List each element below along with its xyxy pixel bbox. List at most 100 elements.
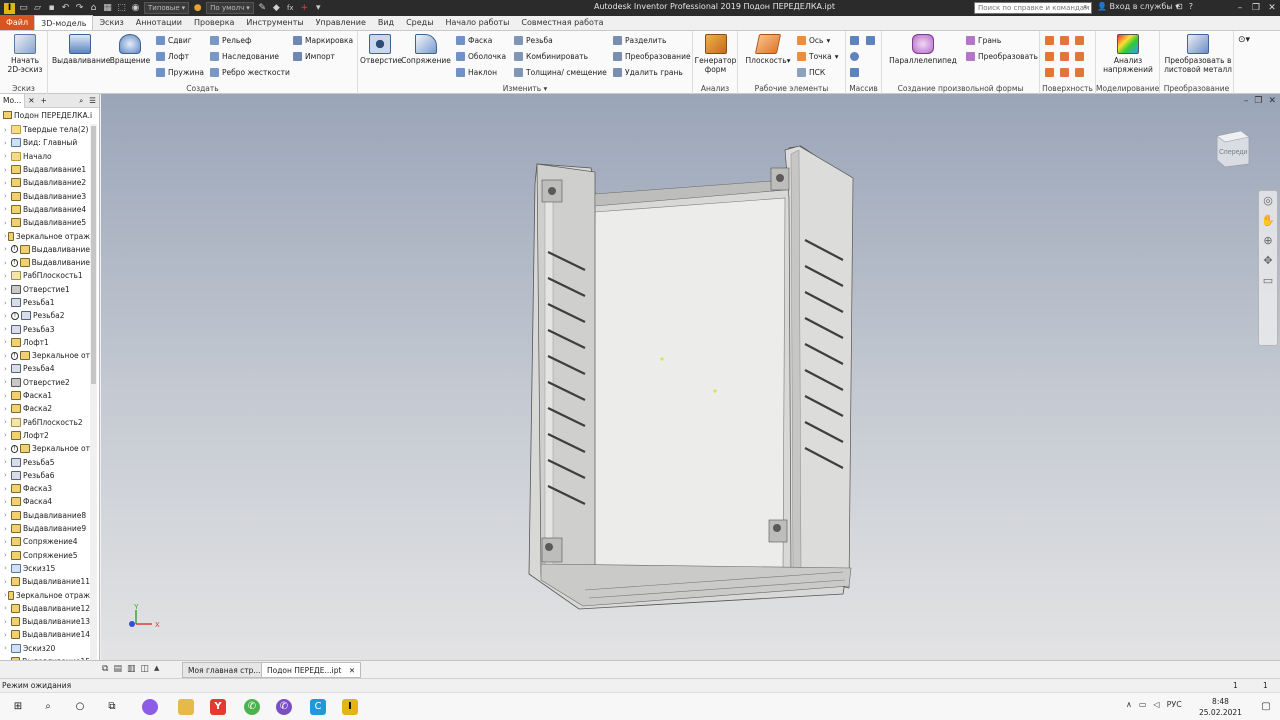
- tree-item[interactable]: › Выдавливание8: [0, 509, 90, 522]
- tree-item[interactable]: › Выдавливание11: [0, 575, 90, 588]
- model-view[interactable]: Y X: [101, 94, 1280, 660]
- work-plane-button[interactable]: Плоскость▾: [742, 34, 794, 65]
- expand-chevron-icon[interactable]: ›: [4, 245, 11, 253]
- freeform-face-button[interactable]: Грань: [966, 36, 1001, 45]
- emboss-button[interactable]: Рельеф: [210, 36, 251, 45]
- orbit-icon[interactable]: ✥: [1259, 251, 1277, 271]
- tab-list-icon[interactable]: ▲: [154, 664, 159, 674]
- home-icon[interactable]: ⌂: [88, 3, 99, 14]
- tree-item[interactable]: › РабПлоскость2: [0, 416, 90, 429]
- tab-manage[interactable]: Управление: [310, 15, 372, 30]
- mirror-button[interactable]: [866, 36, 875, 45]
- thicken-button[interactable]: Толщина/ смещение: [514, 68, 607, 77]
- tab-inspect[interactable]: Проверка: [188, 15, 240, 30]
- expand-chevron-icon[interactable]: ›: [4, 525, 11, 533]
- tree-item[interactable]: › Резьба5: [0, 455, 90, 468]
- tree-item[interactable]: › Фаска1: [0, 389, 90, 402]
- expand-chevron-icon[interactable]: ›: [4, 272, 11, 280]
- tree-item[interactable]: › Выдавливание13: [0, 615, 90, 628]
- tab-environments[interactable]: Среды: [400, 15, 439, 30]
- browser-scroll-thumb[interactable]: [91, 126, 96, 384]
- inventor-app-icon[interactable]: I: [4, 2, 15, 14]
- tab-file[interactable]: Файл: [0, 15, 35, 30]
- combine-button[interactable]: Комбинировать: [514, 52, 588, 61]
- style-combo[interactable]: Типовые ▾: [144, 2, 190, 14]
- convert-sheet-metal-button[interactable]: Преобразовать в листовой металл: [1162, 34, 1234, 74]
- inner-floor[interactable]: [588, 197, 786, 581]
- tree-item[interactable]: › Выдавливание5: [0, 216, 90, 229]
- expand-chevron-icon[interactable]: ›: [4, 179, 11, 187]
- import-button[interactable]: Импорт: [293, 52, 335, 61]
- tree-item[interactable]: ›! Зеркальное от: [0, 442, 90, 455]
- volume-icon[interactable]: ◁: [1153, 700, 1159, 709]
- search-taskbar-icon[interactable]: ⌕: [40, 699, 56, 715]
- sign-in-button[interactable]: 👤 Вход в службы ▾: [1097, 2, 1179, 11]
- thicken-surface-button[interactable]: [1045, 36, 1054, 45]
- tree-item[interactable]: ›! Зеркальное от: [0, 349, 90, 362]
- viber-icon[interactable]: ✆: [276, 699, 292, 715]
- app-launcher-icon[interactable]: [142, 699, 158, 715]
- expand-chevron-icon[interactable]: ›: [4, 285, 11, 293]
- clear-override-icon[interactable]: ✎: [257, 3, 268, 14]
- expand-chevron-icon[interactable]: ›: [4, 392, 11, 400]
- look-at-icon[interactable]: ▭: [1259, 271, 1277, 291]
- expand-chevron-icon[interactable]: ›: [4, 485, 11, 493]
- tree-item[interactable]: › Фаска3: [0, 482, 90, 495]
- expand-chevron-icon[interactable]: ›: [4, 604, 11, 612]
- tree-item[interactable]: › Вид: Главный: [0, 136, 90, 149]
- freeform-convert-button[interactable]: Преобразовать: [966, 52, 1038, 61]
- tree-item[interactable]: › Резьба1: [0, 296, 90, 309]
- expand-chevron-icon[interactable]: ›: [4, 631, 11, 639]
- add-icon[interactable]: +: [299, 3, 310, 14]
- help-search-input[interactable]: Поиск по справке и командам: [974, 2, 1092, 14]
- expand-chevron-icon[interactable]: ›: [4, 166, 11, 174]
- browser-add-tab[interactable]: +: [38, 94, 50, 108]
- expand-chevron-icon[interactable]: ›: [4, 458, 11, 466]
- expand-chevron-icon[interactable]: ›: [4, 365, 11, 373]
- tree-item[interactable]: › Выдавливание12: [0, 602, 90, 615]
- tree-item[interactable]: › Резьба3: [0, 322, 90, 335]
- zoom-icon[interactable]: ⊕: [1259, 231, 1277, 251]
- expand-chevron-icon[interactable]: ›: [4, 299, 11, 307]
- expand-chevron-icon[interactable]: ›: [4, 312, 11, 320]
- tree-item[interactable]: › Эскиз20: [0, 642, 90, 655]
- expand-chevron-icon[interactable]: ›: [4, 325, 11, 333]
- tab-close-icon[interactable]: ✕: [349, 666, 355, 675]
- trim-button[interactable]: [1060, 52, 1069, 61]
- redo-icon[interactable]: ↷: [74, 3, 85, 14]
- replace-face-button[interactable]: [1045, 68, 1054, 77]
- file-explorer-icon[interactable]: [178, 699, 194, 715]
- patch-button[interactable]: [1075, 36, 1084, 45]
- direct-edit-button[interactable]: Преобразование: [613, 52, 691, 61]
- tree-item[interactable]: › Резьба6: [0, 469, 90, 482]
- viewcube[interactable]: Спереди: [1215, 130, 1251, 168]
- tree-item[interactable]: › Лофт1: [0, 336, 90, 349]
- inventor-taskbar-icon[interactable]: I: [342, 699, 358, 715]
- minimize-icon[interactable]: –: [1232, 0, 1248, 16]
- task-view-icon[interactable]: ⧉: [104, 699, 120, 715]
- expand-chevron-icon[interactable]: ›: [4, 644, 11, 652]
- expand-chevron-icon[interactable]: ›: [4, 219, 11, 227]
- save-icon[interactable]: ▪: [46, 3, 57, 14]
- tree-item[interactable]: › Эскиз15: [0, 562, 90, 575]
- expand-chevron-icon[interactable]: ›: [4, 551, 11, 559]
- ucs-button[interactable]: ПСК: [797, 68, 825, 77]
- expand-chevron-icon[interactable]: ›: [4, 192, 11, 200]
- expand-chevron-icon[interactable]: ›: [4, 352, 11, 360]
- shell-button[interactable]: Оболочка: [456, 52, 506, 61]
- stitch-button[interactable]: [1060, 36, 1069, 45]
- repair-button[interactable]: [1060, 68, 1069, 77]
- tab-collaborate[interactable]: Совместная работа: [515, 15, 609, 30]
- stress-analysis-button[interactable]: Анализ напряжений: [1098, 34, 1158, 74]
- tree-item[interactable]: › Выдавливание4: [0, 203, 90, 216]
- expand-chevron-icon[interactable]: ›: [4, 618, 11, 626]
- browser-menu-icon[interactable]: ☰: [86, 94, 99, 108]
- work-axis-button[interactable]: Ось ▾: [797, 36, 830, 45]
- expand-chevron-icon[interactable]: ›: [4, 431, 11, 439]
- tab-document[interactable]: Подон ПЕРЕДЕ...ipt ✕: [261, 662, 362, 678]
- split-button[interactable]: Разделить: [613, 36, 666, 45]
- pan-icon[interactable]: ✋: [1259, 211, 1277, 231]
- expand-chevron-icon[interactable]: ›: [4, 152, 11, 160]
- network-icon[interactable]: ▭: [1139, 700, 1147, 709]
- sculpt-button[interactable]: [1045, 52, 1054, 61]
